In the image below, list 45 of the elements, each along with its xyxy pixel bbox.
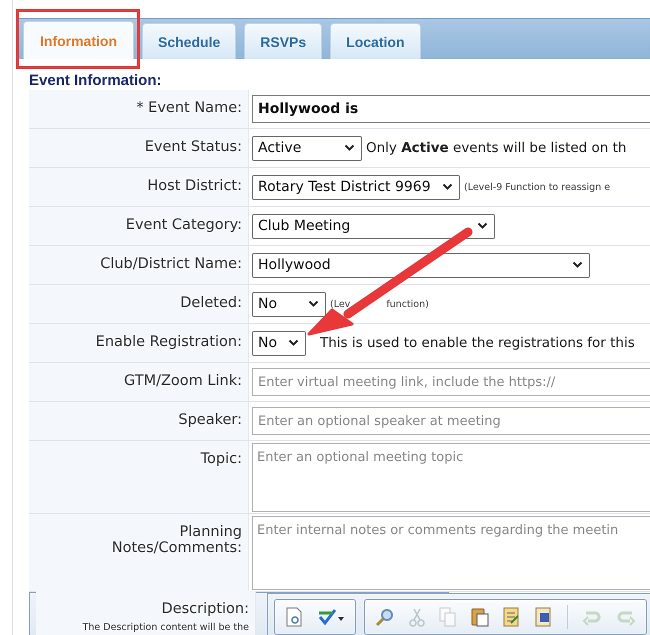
field-label: Speaker:: [178, 412, 242, 428]
dropdown[interactable]: Rotary Test District 9969: [252, 174, 460, 200]
field-label: Planning Notes/Comments:: [110, 524, 242, 556]
paste-icon[interactable]: [471, 606, 489, 626]
chevron-icon: [288, 339, 299, 347]
chevron-icon: [442, 183, 453, 191]
field-label: GTM/Zoom Link:: [124, 373, 242, 389]
find-icon[interactable]: [375, 606, 395, 626]
field-label: Host District:: [147, 178, 242, 194]
preview-icon[interactable]: [285, 606, 303, 626]
text-area[interactable]: Enter internal notes or comments regarding the meetin: [252, 516, 650, 590]
text-area[interactable]: Enter an optional meeting topic: [252, 443, 650, 512]
field-label: Club/District Name:: [100, 256, 242, 272]
field-label: Enable Registration:: [96, 334, 242, 350]
dropdown[interactable]: Active: [252, 136, 362, 160]
text-field[interactable]: Enter virtual meeting link, include the https://: [252, 368, 650, 396]
chevron-icon: [344, 144, 355, 152]
field-note: function): [386, 298, 429, 310]
field-hint: The Description content will be the: [82, 622, 249, 633]
field-label: Event Category:: [126, 217, 242, 233]
field-note: This is used to enable the registrations for this: [320, 335, 635, 351]
field-label: Topic:: [200, 451, 242, 467]
section-title: Event Information:: [28, 71, 163, 90]
paste-word-icon[interactable]: [535, 606, 553, 626]
dropdown[interactable]: Club Meeting: [252, 214, 495, 238]
field-note: (Lev: [330, 298, 350, 310]
text-field[interactable]: Enter an optional speaker at meeting: [252, 407, 650, 435]
tab[interactable]: Schedule: [142, 23, 236, 59]
dropdown[interactable]: No: [252, 292, 326, 316]
chevron-icon: [572, 261, 583, 269]
field-label: * Event Name:: [136, 100, 242, 116]
field-label: Description:: [162, 601, 249, 617]
field-label: Event Status:: [144, 139, 242, 155]
tab[interactable]: RSVPs: [244, 23, 322, 59]
dropdown[interactable]: Hollywood: [252, 252, 590, 278]
field-note: (Level-9 Function to reassign e: [464, 182, 610, 192]
dropdown[interactable]: No: [252, 330, 306, 356]
tab[interactable]: Location: [330, 23, 421, 59]
field-label: Deleted:: [180, 295, 242, 311]
field-note: Only Active events will be listed on th: [366, 140, 626, 156]
chevron-icon: [308, 300, 319, 308]
spellcheck-icon[interactable]: [317, 608, 345, 626]
paste-text-icon[interactable]: [503, 606, 521, 626]
chevron-icon: [477, 222, 488, 230]
text-field[interactable]: Hollywood is: [252, 95, 650, 123]
